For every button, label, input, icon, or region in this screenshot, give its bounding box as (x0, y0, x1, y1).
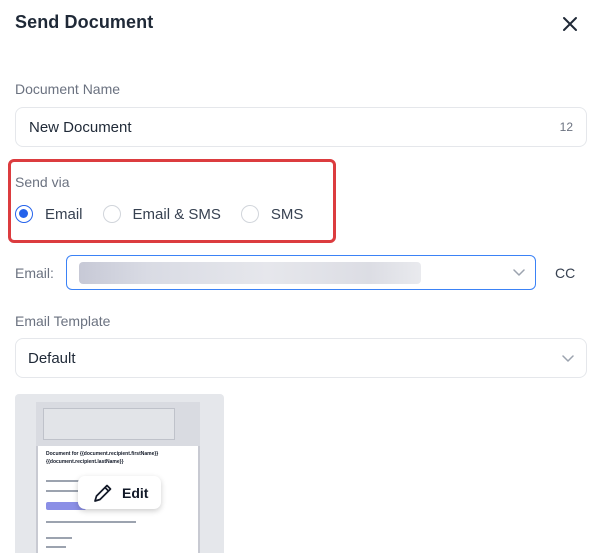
close-button[interactable] (561, 15, 579, 33)
edit-label: Edit (122, 484, 149, 501)
cc-link[interactable]: CC (555, 265, 575, 281)
radio-email-sms[interactable]: Email & SMS (102, 205, 221, 223)
radio-label-sms: SMS (270, 205, 304, 223)
radio-sms[interactable]: SMS (240, 205, 304, 223)
radio-label-email: Email (45, 205, 83, 223)
radio-circle (102, 205, 121, 223)
send-via-label: Send via (15, 174, 70, 190)
preview-header (36, 402, 200, 446)
radio-email[interactable]: Email (15, 205, 83, 223)
pencil-icon (94, 484, 112, 502)
radio-circle (240, 205, 259, 223)
preview-image-placeholder (43, 408, 175, 440)
email-template-select[interactable]: Default (15, 338, 587, 378)
preview-text-line (46, 521, 136, 523)
edit-template-button[interactable]: Edit (78, 476, 161, 509)
preview-text-line (46, 537, 72, 539)
email-recipient-select[interactable] (66, 255, 536, 290)
preview-text-line (46, 546, 66, 548)
chevron-down-icon (562, 355, 574, 362)
preview-doc-title: Document for {{document.recipient.firstN… (46, 451, 159, 465)
radio-circle-selected (15, 205, 33, 223)
radio-label-email-sms: Email & SMS (132, 205, 221, 223)
close-icon (563, 17, 577, 31)
email-template-value: Default (28, 349, 76, 367)
document-name-input[interactable]: New Document 12 (15, 107, 587, 147)
document-name-value: New Document (29, 118, 132, 136)
document-name-label: Document Name (15, 81, 121, 97)
chevron-down-icon (513, 269, 525, 276)
dialog-header: Send Document (15, 11, 581, 37)
dialog-title: Send Document (15, 12, 154, 32)
template-preview: Document for {{document.recipient.firstN… (15, 394, 224, 553)
redacted-email-value (79, 262, 421, 284)
send-via-options: Email Email & SMS SMS (15, 205, 323, 223)
send-via-highlight (8, 159, 336, 243)
char-count: 12 (559, 120, 573, 134)
email-label: Email: (15, 265, 54, 281)
email-template-label: Email Template (15, 313, 111, 329)
